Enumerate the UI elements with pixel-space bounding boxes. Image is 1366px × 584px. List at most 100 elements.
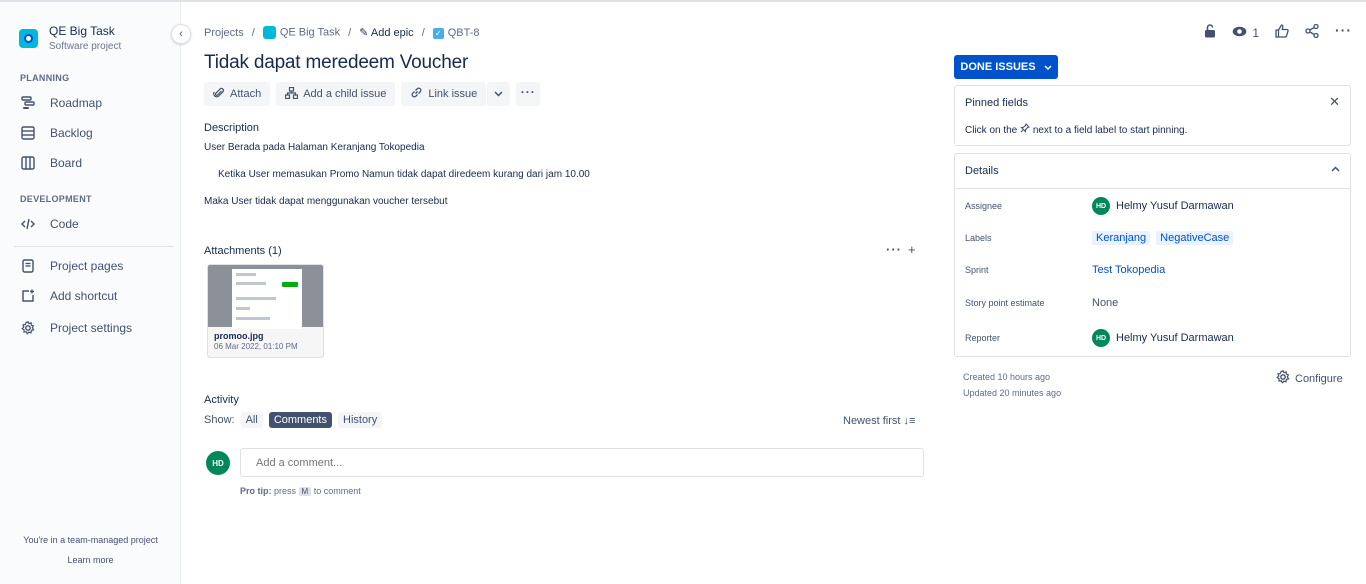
more-icon: ··· [520, 84, 536, 99]
pages-icon [20, 258, 36, 274]
attachment-thumbnail[interactable]: promoo.jpg 06 Mar 2022, 01:10 PM [207, 264, 324, 358]
thumbs-up-icon [1275, 24, 1289, 41]
pinned-fields-panel: Pinned fields ✕ Click on the next to a f… [954, 85, 1351, 146]
sprint-label: Sprint [965, 265, 989, 275]
sidebar-item-add-shortcut[interactable]: Add shortcut [20, 288, 117, 304]
watch-button[interactable]: 1 [1232, 26, 1259, 40]
story-point-label: Story point estimate [965, 298, 1045, 308]
add-epic-button[interactable]: ✎ Add epic [359, 26, 413, 39]
attach-button[interactable]: Attach [204, 82, 271, 106]
sort-label: Newest first [843, 415, 901, 427]
project-name: QE Big Task [49, 24, 115, 38]
assignee-field[interactable]: Assignee HD Helmy Yusuf Darmawan [965, 197, 1342, 215]
attach-label: Attach [230, 88, 262, 100]
share-icon [1305, 23, 1319, 41]
roadmap-icon [20, 95, 36, 111]
sidebar-item-project-pages[interactable]: Project pages [20, 258, 123, 274]
sidebar-item-board[interactable]: Board [20, 155, 82, 171]
restrictions-button[interactable] [1204, 24, 1216, 41]
labels-field: Labels Keranjang NegativeCase [965, 231, 1342, 245]
configure-button[interactable]: Configure [1276, 370, 1343, 387]
pencil-icon: ✎ [359, 27, 369, 39]
sidebar-item-backlog[interactable]: Backlog [20, 125, 93, 141]
chevron-down-icon [494, 88, 503, 100]
attachment-preview-image [232, 269, 302, 329]
activity-label: Activity [204, 394, 239, 406]
description-line[interactable]: User Berada pada Halaman Keranjang Tokop… [204, 142, 425, 153]
avatar: HD [206, 451, 230, 475]
more-actions-button[interactable]: ··· [516, 82, 541, 106]
attachments-more-icon[interactable]: ··· [886, 242, 902, 257]
close-icon[interactable]: ✕ [1329, 94, 1340, 110]
sidebar-item-label: Project settings [50, 321, 133, 335]
sidebar-item-label: Project pages [50, 259, 124, 273]
labels-label: Labels [965, 233, 992, 243]
breadcrumb-issue-key[interactable]: ✓ QBT-8 [432, 26, 480, 39]
gear-icon [1276, 370, 1290, 387]
collapse-sidebar-button[interactable]: ‹ [171, 24, 191, 44]
gear-icon [20, 320, 36, 336]
pinned-hint-before: Click on the [965, 125, 1018, 136]
app-root: QE Big Task Software project PLANNING Ro… [0, 0, 1366, 584]
breadcrumb-separator: / [421, 26, 425, 39]
child-issue-icon [285, 86, 299, 102]
reporter-field[interactable]: Reporter HD Helmy Yusuf Darmawan [965, 329, 1342, 347]
link-issue-dropdown[interactable] [486, 82, 511, 106]
breadcrumb-separator: / [348, 26, 352, 39]
attachment-filename: promoo.jpg [214, 331, 264, 341]
description-label: Description [204, 122, 260, 134]
link-issue-label: Link issue [428, 88, 478, 100]
sort-icon: ↓≡ [903, 415, 916, 427]
sidebar-item-code[interactable]: Code [20, 216, 79, 232]
share-button[interactable] [1305, 23, 1319, 41]
vote-button[interactable] [1275, 24, 1289, 41]
sort-order-button[interactable]: Newest first ↓≡ [843, 415, 915, 427]
issue-key-label: QBT-8 [447, 26, 480, 39]
reporter-label: Reporter [965, 333, 1001, 343]
sidebar-item-label: Board [50, 156, 83, 170]
sidebar-item-label: Backlog [50, 126, 93, 140]
attachment-date: 06 Mar 2022, 01:10 PM [214, 342, 298, 351]
filter-comments[interactable]: Comments [268, 412, 332, 428]
avatar: HD [1092, 329, 1110, 347]
project-type: Software project [49, 41, 122, 52]
project-header[interactable]: QE Big Task Software project [19, 24, 121, 52]
sidebar-item-project-settings[interactable]: Project settings [20, 320, 132, 336]
development-heading: DEVELOPMENT [20, 194, 92, 204]
filter-all[interactable]: All [240, 412, 263, 428]
sidebar-item-roadmap[interactable]: Roadmap [20, 95, 102, 111]
add-child-issue-button[interactable]: Add a child issue [276, 82, 396, 106]
sidebar-item-label: Code [50, 217, 79, 231]
board-icon [20, 155, 36, 171]
label-chip[interactable]: Keranjang [1092, 231, 1151, 245]
sidebar-item-label: Add shortcut [50, 289, 118, 303]
add-shortcut-icon [20, 288, 36, 304]
details-header[interactable]: Details [955, 154, 1350, 189]
description-line[interactable]: Ketika User memasukan Promo Namun tidak … [218, 169, 590, 180]
pinned-hint-after: next to a field label to start pinning. [1032, 125, 1188, 136]
breadcrumb-project[interactable]: QE Big Task [262, 26, 340, 39]
comment-input[interactable] [240, 448, 924, 477]
chevron-up-icon [1331, 163, 1340, 175]
assignee-value: Helmy Yusuf Darmawan [1116, 200, 1234, 212]
task-type-icon: ✓ [432, 27, 444, 39]
link-issue-button[interactable]: Link issue [401, 82, 487, 106]
keyboard-key: M [298, 487, 312, 496]
protip-suffix: to comment [313, 486, 361, 496]
sprint-link[interactable]: Test Tokopedia [1092, 264, 1165, 276]
sprint-field: Sprint Test Tokopedia [965, 264, 1342, 276]
label-chip[interactable]: NegativeCase [1156, 231, 1234, 245]
description-line[interactable]: Maka User tidak dapat menggunakan vouche… [204, 196, 447, 207]
status-dropdown[interactable]: DONE ISSUES [954, 55, 1058, 79]
add-attachment-icon[interactable]: + [908, 242, 916, 257]
more-options-button[interactable]: ··· [1335, 22, 1352, 38]
story-point-field[interactable]: Story point estimate None [965, 297, 1342, 309]
issue-title[interactable]: Tidak dapat meredeem Voucher [204, 52, 468, 74]
breadcrumb-projects[interactable]: Projects [204, 27, 244, 39]
unlock-icon [1204, 24, 1216, 41]
avatar: HD [1092, 197, 1110, 215]
configure-label: Configure [1295, 372, 1343, 385]
filter-history[interactable]: History [338, 412, 383, 428]
status-label: DONE ISSUES [960, 61, 1036, 73]
learn-more-link[interactable]: Learn more [0, 555, 181, 565]
